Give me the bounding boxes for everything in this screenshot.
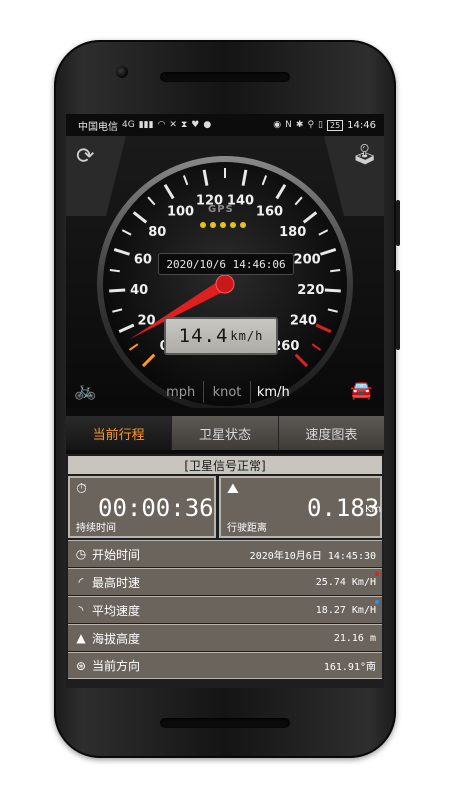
gauge-tick-label: 240 [290,313,317,328]
gps-dot [240,222,246,228]
gauge-tick-label: 60 [134,252,152,267]
volume-button [396,270,400,350]
gauge-tick [109,269,120,273]
list-item-start-time: ◷ 开始时间 2020年10月6日 14:45:30 [68,540,382,567]
reset-button[interactable]: ⟳ [76,146,94,168]
compass-icon: ⊛ [75,658,87,673]
cycling-mode-button[interactable]: 🚲 [74,382,96,400]
eye-icon: ◉ [273,120,282,130]
list-item-avg-speed: ◝ 平均速度 18.27 Km/H [68,596,382,623]
nfc-icon: N [285,120,292,130]
distance-label: 行驶距离 [227,523,267,534]
speed-readout: 14.4 km/h [164,317,278,355]
duration-value: 00:00:36 [98,494,214,522]
gps-dot [210,222,216,228]
bluetooth-icon: ✱ [295,120,304,130]
gps-dot [200,222,206,228]
tab-speed-chart[interactable]: 速度图表 [278,416,384,450]
hourglass-icon: ⧗ [180,120,188,130]
gauge-tick-label: 40 [130,283,148,298]
carrier-name: 中国电信 [78,121,118,133]
start-time-value: 2020年10月6日 14:45:30 [249,550,376,562]
mountain-icon: ▲ [76,631,86,645]
vibrate-icon: ▯ [318,120,323,130]
gauge-tick [324,288,341,293]
speed-unit: km/h [230,329,264,343]
list-item-altitude: ▲ 海拔高度 21.16 m [68,624,382,651]
gauge-tick [109,288,126,293]
direction-label: 当前方向 [92,659,141,673]
stopwatch-icon: ⏱ [76,481,87,497]
avg-speed-value: 18.27 Km/H [315,604,376,616]
tab-satellite-status[interactable]: 卫星状态 [172,416,279,450]
duration-label: 持续时间 [76,523,116,534]
unit-selector: mph knot km/h [158,377,296,407]
datetime-display: 2020/10/6 14:46:06 [158,253,294,275]
distance-card: ⛰ 0.183 Km 行驶距离 [219,476,382,538]
altitude-label: 海拔高度 [92,631,141,646]
avg-speed-marker [375,600,379,604]
trip-panel: [卫星信号正常] ⏱ 00:00:36 持续时间 ⛰ 0.183 Km 行驶距离… [66,454,384,688]
joystick-button[interactable]: 🕹 [352,144,377,164]
signal-icon: ▮▮▮ [138,120,154,130]
clock-icon: ◷ [75,547,87,561]
unit-kmh[interactable]: km/h [251,385,296,400]
road-icon: ⛰ [227,481,239,497]
speed-value: 14.4 [178,325,229,347]
battery-icon: 25 [326,119,344,131]
tab-current-trip[interactable]: 当前行程 [66,416,173,450]
gauge-tick-label: 220 [297,283,324,298]
list-item-max-speed: ◜ 最高时速 25.74 Km/H [68,568,382,595]
gauge-tick-label: 160 [256,204,283,219]
car-icon: 🚘 [350,380,373,401]
duration-card: ⏱ 00:00:36 持续时间 [68,476,216,538]
max-speed-icon: ◜ [78,575,84,589]
gps-dot [230,222,236,228]
status-bar: 中国电信 4G ▮▮▮ ◠ ✕ ⧗ ♥ ● ◉ N ✱ ⚲ ▯ 25 14:46 [66,114,384,136]
max-speed-value: 25.74 Km/H [315,576,376,588]
chat-icon: ● [203,120,212,130]
heart-icon: ♥ [191,120,200,130]
driving-mode-button[interactable]: 🚘 [350,382,372,400]
bottom-speaker [160,718,290,728]
needle-hub [215,274,235,294]
max-speed-marker [375,572,379,576]
refresh-icon: ⟳ [76,144,95,169]
gauge-tick-label: 100 [167,204,194,219]
speedometer: 020406080100120140160180200220240260 ⟳ 🕹… [66,136,384,408]
gps-label: GPS [208,204,234,215]
distance-unit: Km [365,504,382,515]
front-camera [116,66,128,78]
list-item-direction: ⊛ 当前方向 161.91°南 [68,652,382,679]
signal-status: [卫星信号正常] [68,456,382,474]
gauge-tick [330,269,341,273]
gauge-tick-label: 200 [294,252,321,267]
bicycle-icon: 🚲 [74,380,97,401]
notification-icon: ✕ [169,120,177,130]
corner-panel-left [66,136,126,216]
gauge-tick-label: 180 [279,225,306,240]
max-speed-label: 最高时速 [92,575,141,590]
gps-dot [220,222,226,228]
start-time-label: 开始时间 [92,547,141,562]
wifi-icon: ◠ [157,120,166,130]
direction-value: 161.91°南 [323,662,376,673]
gps-signal-dots [200,222,246,228]
signal-type: 4G [122,120,135,130]
altitude-value: 21.16 m [333,632,376,644]
joystick-icon: 🕹 [352,142,378,166]
power-button [396,200,400,246]
unit-mph[interactable]: mph [158,385,203,400]
unit-knot[interactable]: knot [204,385,249,400]
tab-bar: 当前行程 卫星状态 速度图表 [66,416,384,450]
status-time: 14:46 [347,119,376,131]
app-screen: 中国电信 4G ▮▮▮ ◠ ✕ ⧗ ♥ ● ◉ N ✱ ⚲ ▯ 25 14:46 [66,114,384,688]
avg-speed-label: 平均速度 [92,603,141,618]
avg-speed-icon: ◝ [78,603,84,617]
location-icon: ⚲ [307,120,315,130]
gauge-tick-label: 80 [148,225,166,240]
earpiece-speaker [160,72,290,82]
